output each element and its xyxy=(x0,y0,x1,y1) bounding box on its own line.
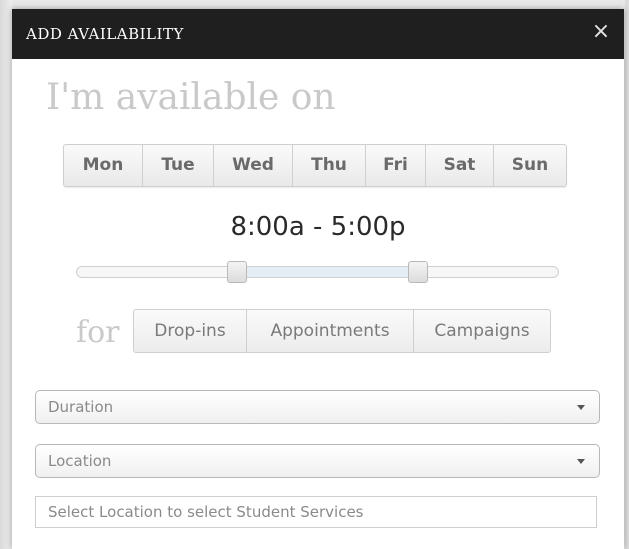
day-button-sun[interactable]: Sun xyxy=(494,145,566,186)
appointment-type-selector: Drop-ins Appointments Campaigns xyxy=(133,309,551,353)
add-availability-dialog: ADD AVAILABILITY × I'm available on Mon … xyxy=(12,9,624,549)
day-button-sat[interactable]: Sat xyxy=(426,145,494,186)
page-backdrop xyxy=(0,0,12,549)
chevron-down-icon xyxy=(577,459,585,464)
dialog-header: ADD AVAILABILITY × xyxy=(12,9,624,59)
day-selector: Mon Tue Wed Thu Fri Sat Sun xyxy=(63,144,567,187)
dialog-title: ADD AVAILABILITY xyxy=(26,25,184,43)
day-button-fri[interactable]: Fri xyxy=(366,145,426,186)
time-range-label: 8:00a - 5:00p xyxy=(230,212,406,242)
location-select[interactable]: Location xyxy=(35,444,600,478)
time-slider-start-handle[interactable] xyxy=(227,261,248,283)
page-scrollbar-gutter xyxy=(625,0,629,549)
day-button-wed[interactable]: Wed xyxy=(214,145,293,186)
day-button-tue[interactable]: Tue xyxy=(143,145,214,186)
time-slider-end-handle[interactable] xyxy=(407,261,428,283)
type-button-appointments[interactable]: Appointments xyxy=(247,310,414,352)
close-icon[interactable]: × xyxy=(590,19,612,45)
type-button-campaigns[interactable]: Campaigns xyxy=(414,310,550,352)
type-button-drop-ins[interactable]: Drop-ins xyxy=(134,310,247,352)
availability-headline: I'm available on xyxy=(46,77,336,118)
day-button-thu[interactable]: Thu xyxy=(293,145,366,186)
for-label: for xyxy=(76,315,120,350)
duration-select-label: Duration xyxy=(48,398,114,416)
student-services-input[interactable] xyxy=(35,496,597,528)
location-select-label: Location xyxy=(48,452,112,470)
duration-select[interactable]: Duration xyxy=(35,390,600,424)
day-button-mon[interactable]: Mon xyxy=(64,145,143,186)
time-slider-selected-range xyxy=(236,267,417,277)
chevron-down-icon xyxy=(577,405,585,410)
